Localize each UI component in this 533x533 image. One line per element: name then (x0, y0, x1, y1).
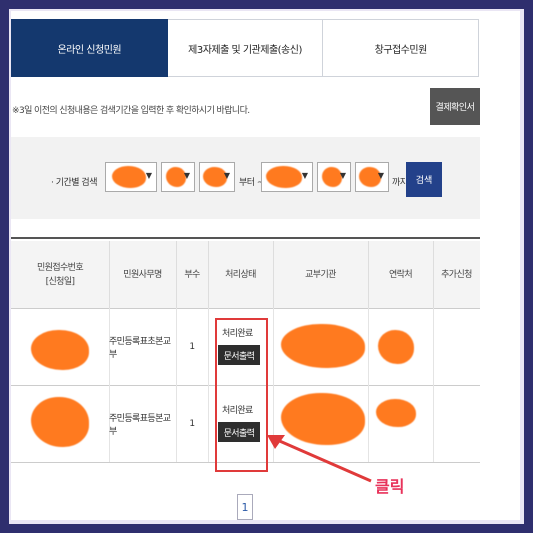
tab-counter-applications[interactable]: 창구접수민원 (323, 19, 480, 77)
contact-cell (368, 308, 434, 385)
arrow-icon (267, 435, 372, 483)
application-table: 민원접수번호 [신청일] 민원사무명 부수 처리상태 교부기관 연락처 추가신청… (11, 237, 480, 463)
notice-text: ※3일 이전의 신청내용은 검색기간을 입력한 후 확인하시기 바랍니다. (12, 106, 250, 116)
redacted-value (31, 330, 89, 370)
col-service-name: 민원사무명 (109, 241, 177, 308)
start-year-select[interactable]: ▼ (105, 162, 157, 192)
start-day-select[interactable]: ▼ (199, 162, 235, 192)
chevron-down-icon: ▼ (377, 171, 384, 180)
additional-request-cell (433, 308, 480, 385)
click-annotation: 클릭 (375, 477, 405, 496)
issuing-agency-cell (273, 308, 369, 385)
redacted-value (376, 399, 416, 427)
end-month-select[interactable]: ▼ (317, 162, 351, 192)
receipt-number-cell (11, 385, 110, 462)
col-copies: 부수 (176, 241, 209, 308)
redacted-value (112, 166, 146, 188)
table-header: 민원접수번호 [신청일] 민원사무명 부수 처리상태 교부기관 연락처 추가신청 (11, 241, 480, 309)
outer-frame: 온라인 신청민원 제3자제출 및 기관제출(송신) 창구접수민원 ※3일 이전의… (0, 0, 533, 533)
chevron-down-icon: ▼ (223, 171, 230, 180)
redacted-value (266, 166, 302, 188)
copies-cell: 1 (176, 385, 209, 462)
tab-third-party-submission[interactable]: 제3자제출 및 기관제출(송신) (167, 19, 324, 77)
tab-online-applications[interactable]: 온라인 신청민원 (11, 19, 168, 77)
additional-request-cell (433, 385, 480, 462)
search-button[interactable]: 검색 (406, 162, 442, 197)
end-year-select[interactable]: ▼ (261, 162, 313, 192)
chevron-down-icon: ▼ (339, 171, 346, 180)
redacted-value (31, 397, 89, 447)
copies-cell: 1 (176, 308, 209, 385)
col-status: 처리상태 (208, 241, 274, 308)
payment-receipt-button[interactable]: 결제확인서 (430, 88, 480, 125)
col-contact: 연락처 (368, 241, 434, 308)
receipt-number-cell (11, 308, 110, 385)
service-name-cell: 주민등록표등본교부 (109, 385, 177, 462)
chevron-down-icon: ▼ (145, 171, 152, 180)
tab-bar: 온라인 신청민원 제3자제출 및 기관제출(송신) 창구접수민원 (11, 19, 480, 77)
page-content: 온라인 신청민원 제3자제출 및 기관제출(송신) 창구접수민원 ※3일 이전의… (11, 11, 520, 520)
chevron-down-icon: ▼ (183, 171, 190, 180)
page-number-1[interactable]: 1 (237, 494, 253, 520)
period-search-label: · 기간별 검색 (51, 178, 97, 188)
col-additional-request: 추가신청 (441, 269, 472, 280)
redacted-value (378, 330, 414, 364)
start-month-select[interactable]: ▼ (161, 162, 195, 192)
frame-inner-border: 온라인 신청민원 제3자제출 및 기관제출(송신) 창구접수민원 ※3일 이전의… (9, 9, 524, 524)
end-day-select[interactable]: ▼ (355, 162, 389, 192)
redacted-value (281, 324, 365, 368)
col-issuing-agency: 교부기관 (273, 241, 369, 308)
service-name-cell: 주민등록표초본교부 (109, 308, 177, 385)
period-search-panel: · 기간별 검색 ▼ ▼ ▼ 부터 ~ ▼ ▼ ▼ 까지 검색 (11, 137, 480, 219)
col-receipt-number: 민원접수번호 [신청일] (11, 241, 110, 308)
chevron-down-icon: ▼ (301, 171, 308, 180)
